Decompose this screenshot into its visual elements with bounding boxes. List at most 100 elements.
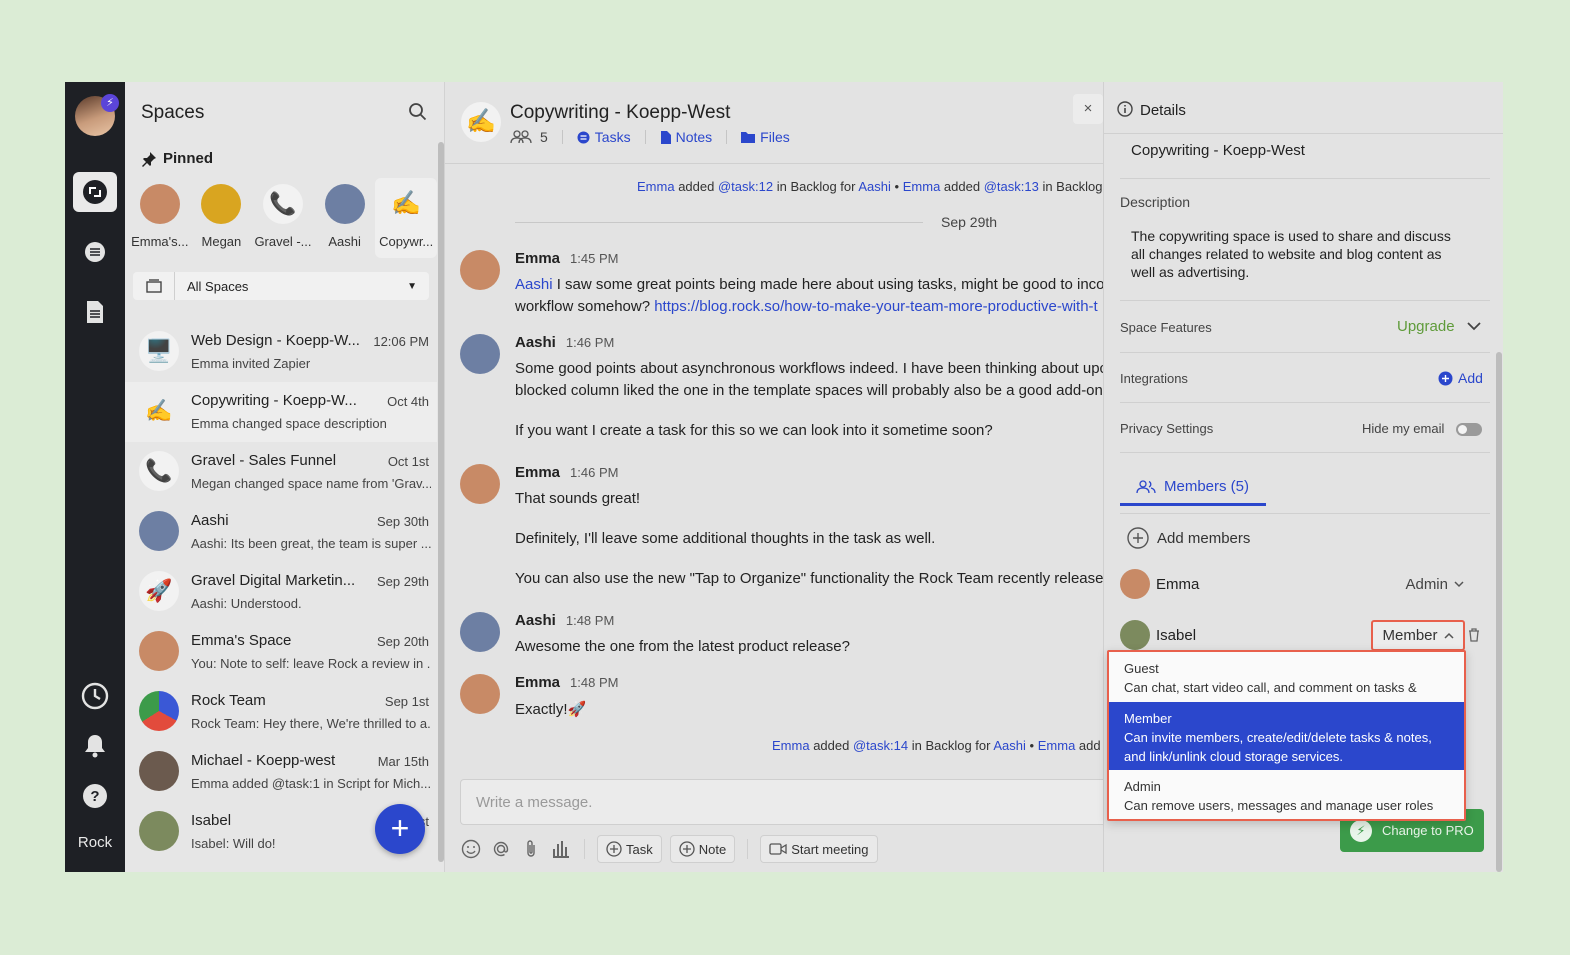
tab-tasks-label: Tasks [594,129,631,145]
pinned-item-label: Megan [201,234,242,249]
task-link[interactable]: @task:12 [718,179,773,194]
spaces-scrollbar[interactable] [438,142,444,862]
upgrade-button[interactable]: Upgrade [1397,318,1481,335]
space-name: Emma's Space [191,632,292,649]
pinned-item[interactable]: Megan [191,178,253,258]
message-link[interactable]: https://blog.rock.so/how-to-make-your-te… [654,298,1097,315]
clock-icon [81,682,109,710]
avatar[interactable] [460,674,500,714]
pinned-item-label: Emma's... [131,234,189,249]
pin-icon [142,151,156,167]
svg-text:?: ? [90,788,99,805]
list-item[interactable]: Michael - Koepp-west Mar 15th Emma added… [125,742,437,802]
help-nav-button[interactable]: ? [73,776,117,816]
list-item[interactable]: Emma's Space Sep 20th You: Note to self:… [125,622,437,682]
avatar[interactable] [460,250,500,290]
avatar [139,751,179,791]
role-option-member[interactable]: Member Can invite members, create/edit/d… [1109,702,1464,770]
activity-text: add [1078,738,1101,753]
add-integration-button[interactable]: Add [1438,370,1483,386]
bell-icon [85,735,105,758]
tab-tasks[interactable]: Tasks [577,129,631,145]
avatar [139,811,179,851]
tab-members[interactable]: Members (5) [1120,470,1266,506]
space-name-field[interactable]: Copywriting - Koepp-West [1131,142,1305,159]
message-input-placeholder: Write a message. [476,794,593,811]
info-icon [1117,101,1133,117]
add-task-button[interactable]: Task [597,835,662,863]
archive-icon[interactable] [133,272,175,300]
activity-user[interactable]: Emma [903,179,941,194]
message-time: 1:46 PM [565,335,615,350]
add-note-button[interactable]: Note [669,835,736,863]
list-item[interactable]: ✍️ Copywriting - Koepp-W... Oct 4th Emma… [125,382,437,442]
pinned-item[interactable]: Emma's... [129,178,191,258]
message-author[interactable]: Emma 1:46 PM [515,464,618,481]
close-button[interactable]: × [1073,94,1103,124]
pinned-item[interactable]: ✍️ Copywr... [375,178,437,258]
member-role-select[interactable]: Member [1371,620,1465,651]
writing-hand-icon: ✍️ [461,102,501,142]
list-item[interactable]: 🖥️ Web Design - Koepp-W... 12:06 PM Emma… [125,322,437,382]
plus-circle-icon [1127,527,1149,549]
hide-email-label: Hide my email [1362,421,1445,436]
message-text: That sounds great! [515,490,641,507]
spaces-filter-select[interactable]: All Spaces ▼ [133,272,429,300]
member-count[interactable]: 5 [510,129,548,145]
activity-user[interactable]: Aashi [993,738,1026,753]
chevron-up-icon [1443,632,1454,639]
avatar[interactable] [460,612,500,652]
tab-files[interactable]: Files [741,129,790,145]
task-link[interactable]: @task:13 [984,179,1039,194]
message-input[interactable]: Write a message. [460,779,1103,825]
bullet: • [894,179,900,194]
list-item[interactable]: Rock Team Sep 1st Rock Team: Hey there, … [125,682,437,742]
attachment-icon[interactable] [520,838,542,860]
task-link[interactable]: @task:14 [853,738,908,753]
details-header: Details [1104,82,1503,134]
emoji-icon[interactable] [460,838,482,860]
list-item[interactable]: 🚀 Gravel Digital Marketin... Sep 29th Aa… [125,562,437,622]
mention[interactable]: Aashi [515,276,553,293]
pinned-item[interactable]: Aashi [314,178,376,258]
role-option-admin[interactable]: Admin Can remove users, messages and man… [1109,770,1464,819]
space-name: Rock Team [191,692,266,709]
notes-nav-button[interactable] [73,292,117,332]
activity-user[interactable]: Aashi [858,179,891,194]
list-item[interactable]: Aashi Sep 30th Aashi: Its been great, th… [125,502,437,562]
new-space-button[interactable]: + [375,804,425,854]
history-nav-button[interactable] [73,676,117,716]
avatar[interactable] [460,464,500,504]
message-author[interactable]: Aashi 1:46 PM [515,334,614,351]
add-members-button[interactable]: Add members [1127,527,1250,549]
avatar[interactable] [460,334,500,374]
notifications-nav-button[interactable] [73,726,117,766]
divider [747,839,749,859]
space-description[interactable]: The copywriting space is used to share a… [1131,227,1461,281]
activity-user[interactable]: Emma [772,738,810,753]
member-name: Emma [1156,576,1200,593]
divider [1120,300,1490,301]
list-item[interactable]: 📞 Gravel - Sales Funnel Oct 1st Megan ch… [125,442,437,502]
message-text: Awesome the one from the latest product … [515,638,850,655]
start-meeting-button[interactable]: Start meeting [760,835,878,863]
member-name: Isabel [1156,627,1197,644]
activity-user[interactable]: Emma [637,179,675,194]
tab-notes[interactable]: Notes [660,129,712,145]
poll-icon[interactable] [550,838,572,860]
message-author[interactable]: Emma 1:48 PM [515,674,618,691]
member-role-select[interactable]: Admin [1405,576,1464,593]
hide-email-toggle[interactable] [1456,423,1482,436]
pinned-item-label: Aashi [328,234,361,249]
trash-icon[interactable] [1468,628,1480,642]
tasks-nav-button[interactable] [73,232,117,272]
pinned-item[interactable]: 📞 Gravel -... [252,178,314,258]
message-author[interactable]: Emma 1:45 PM [515,250,618,267]
activity-user[interactable]: Emma [1038,738,1076,753]
details-scrollbar[interactable] [1496,352,1502,872]
search-icon[interactable] [408,102,428,122]
message-text: Aashi I saw some great points being made… [515,276,1103,293]
spaces-nav-button[interactable] [73,172,117,212]
message-author[interactable]: Aashi 1:48 PM [515,612,614,629]
mention-icon[interactable] [490,838,512,860]
